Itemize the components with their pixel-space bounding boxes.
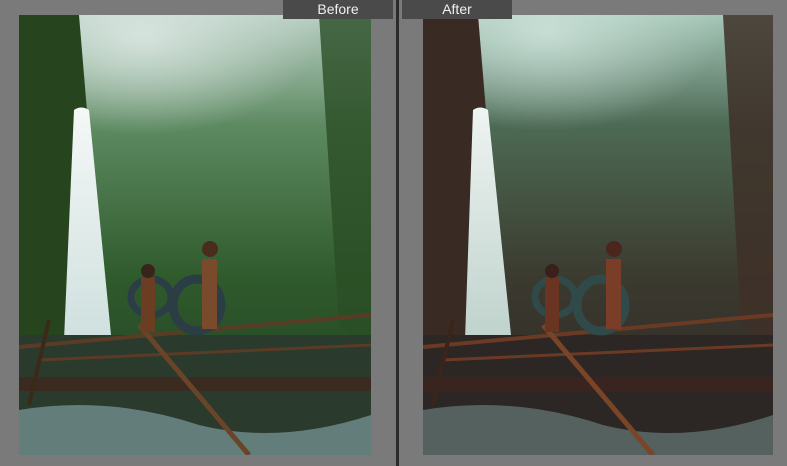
before-label: Before <box>283 0 393 19</box>
before-pane: Before <box>0 0 396 466</box>
after-photo <box>423 15 773 455</box>
after-pane: After <box>399 0 787 466</box>
after-photo-graphic <box>423 15 773 455</box>
before-photo <box>19 15 371 455</box>
after-label: After <box>402 0 512 19</box>
before-photo-graphic <box>19 15 371 455</box>
